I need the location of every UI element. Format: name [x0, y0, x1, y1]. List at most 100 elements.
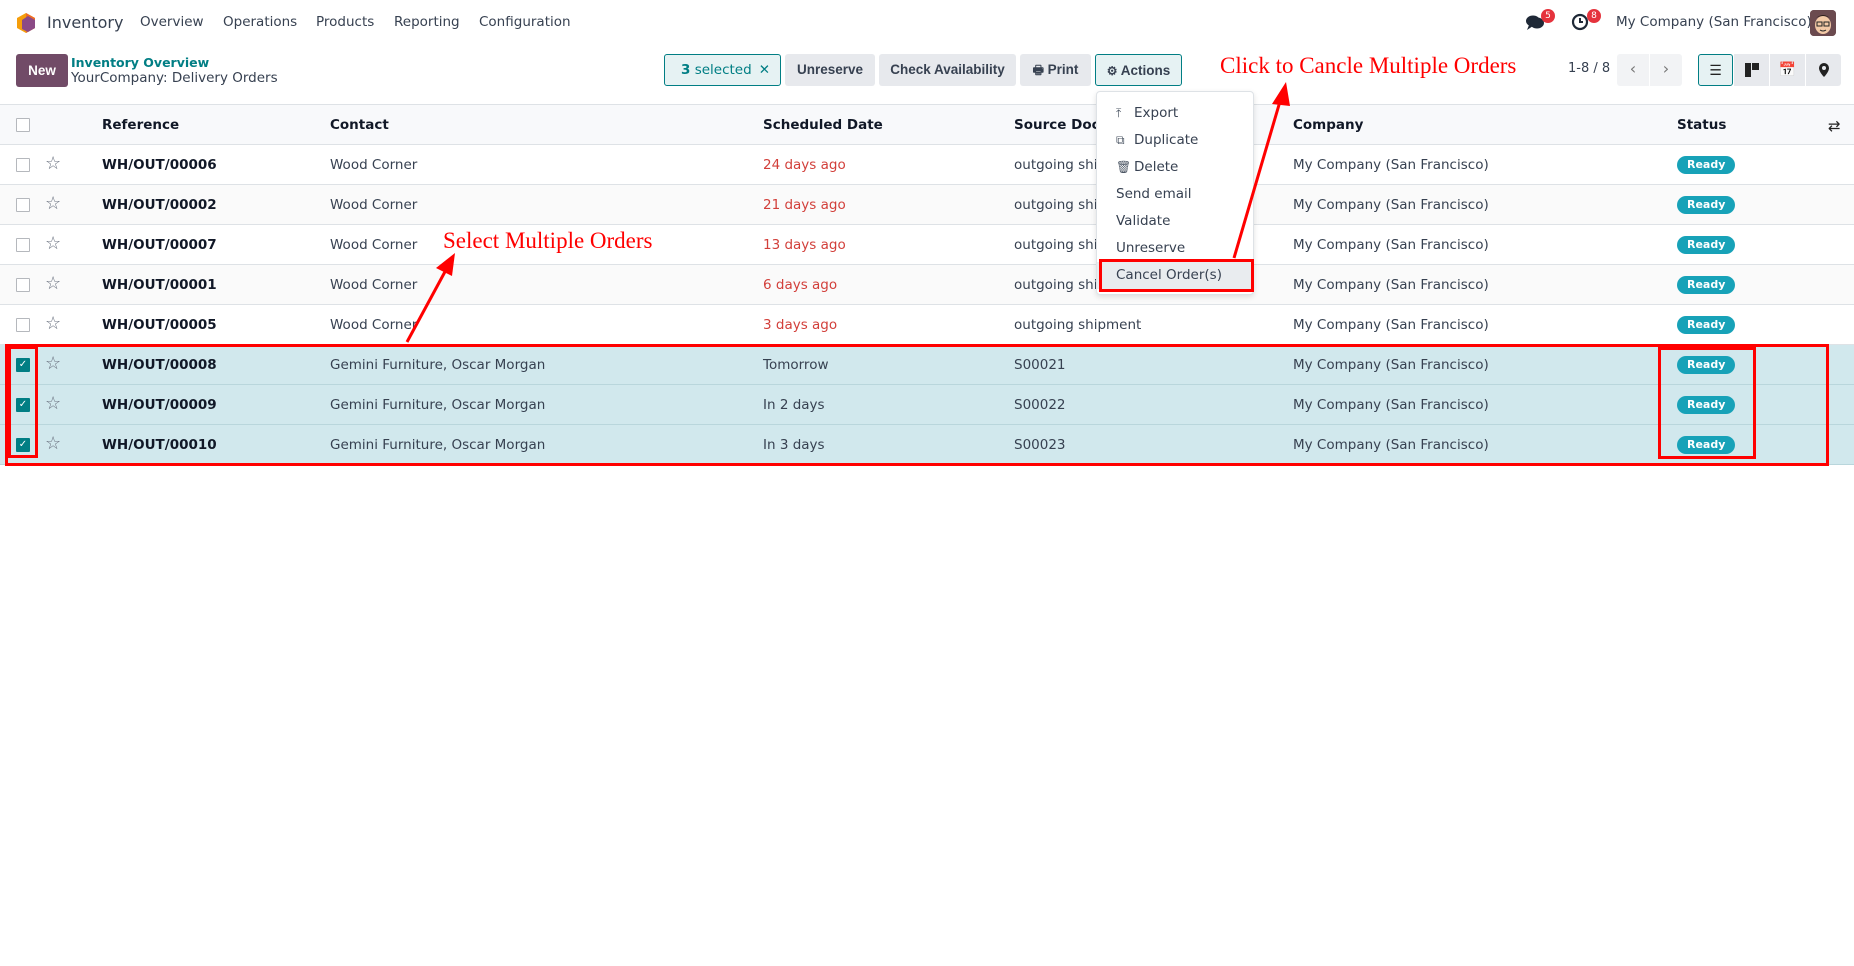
- column-status[interactable]: Status: [1677, 117, 1726, 133]
- table-row[interactable]: ☆ WH/OUT/00005 Wood Corner 3 days ago outgoi…: [0, 305, 1854, 345]
- column-reference[interactable]: Reference: [102, 117, 179, 133]
- table-row[interactable]: ☆ WH/OUT/00001 Wood Corner 6 days ago outgoi…: [0, 265, 1854, 305]
- table-row[interactable]: ☆ WH/OUT/00007 Wood Corner 13 days ago outgo…: [0, 225, 1854, 265]
- selected-label: selected: [690, 62, 752, 78]
- top-navbar: Inventory Overview Operations Products R…: [0, 0, 1854, 46]
- cell-source-document: outgoing shi: [1014, 277, 1098, 293]
- cell-scheduled-date: 13 days ago: [763, 237, 846, 253]
- table-header: Reference Contact Scheduled Date Source …: [0, 104, 1854, 145]
- gear-icon: ⚙: [1106, 64, 1118, 78]
- favorite-star-icon[interactable]: ☆: [45, 234, 61, 254]
- selection-indicator: 3 selected ✕: [664, 54, 781, 86]
- cell-source-document: outgoing shi: [1014, 157, 1098, 173]
- cell-company: My Company (San Francisco): [1293, 317, 1489, 333]
- map-view-button[interactable]: [1806, 54, 1841, 86]
- new-button[interactable]: New: [16, 54, 68, 87]
- check-availability-button[interactable]: Check Availability: [879, 54, 1016, 86]
- annotation-cancel-label: Click to Cancle Multiple Orders: [1220, 53, 1517, 78]
- annotation-select-label: Select Multiple Orders: [443, 228, 653, 253]
- pager-previous-button[interactable]: ‹: [1617, 54, 1649, 86]
- cell-reference[interactable]: WH/OUT/00007: [102, 237, 217, 253]
- favorite-star-icon[interactable]: ☆: [45, 154, 61, 174]
- cell-reference[interactable]: WH/OUT/00005: [102, 317, 217, 333]
- annotation-highlight-status: [1658, 347, 1756, 459]
- row-checkbox[interactable]: [16, 198, 30, 212]
- menu-item-label: Delete: [1134, 159, 1179, 175]
- menu-item-label: Duplicate: [1134, 132, 1199, 148]
- cell-contact: Wood Corner: [330, 317, 418, 333]
- column-source-document[interactable]: Source Docu: [1014, 117, 1109, 133]
- menu-item-duplicate[interactable]: ⧉ Duplicate: [1097, 127, 1253, 154]
- menu-overview[interactable]: Overview: [140, 14, 204, 30]
- table-row[interactable]: ☆ WH/OUT/00006 Wood Corner 24 days ago outgo…: [0, 145, 1854, 185]
- optional-columns-toggle-icon[interactable]: ⇄: [1828, 117, 1841, 135]
- menu-item-delete[interactable]: 🗑 Delete: [1097, 154, 1253, 181]
- pager-value[interactable]: 1-8 / 8: [1568, 61, 1610, 76]
- row-checkbox[interactable]: [16, 158, 30, 172]
- printer-icon: 🖶: [1032, 63, 1044, 77]
- menu-item-unreserve[interactable]: Unreserve: [1097, 235, 1253, 262]
- app-name[interactable]: Inventory: [47, 13, 123, 32]
- cell-scheduled-date: 3 days ago: [763, 317, 838, 333]
- print-button[interactable]: 🖶 Print: [1020, 54, 1091, 86]
- cell-reference[interactable]: WH/OUT/00006: [102, 157, 217, 173]
- menu-products[interactable]: Products: [316, 14, 374, 30]
- favorite-star-icon[interactable]: ☆: [45, 194, 61, 214]
- actions-label: Actions: [1120, 63, 1171, 78]
- calendar-icon: 📅: [1778, 62, 1797, 78]
- company-switcher[interactable]: My Company (San Francisco): [1616, 14, 1812, 30]
- column-contact[interactable]: Contact: [330, 117, 389, 133]
- menu-reporting[interactable]: Reporting: [394, 14, 460, 30]
- row-checkbox[interactable]: [16, 278, 30, 292]
- cell-contact: Wood Corner: [330, 277, 418, 293]
- cell-reference[interactable]: WH/OUT/00001: [102, 277, 217, 293]
- activities-button[interactable]: 8: [1571, 9, 1601, 33]
- menu-configuration[interactable]: Configuration: [479, 14, 571, 30]
- menu-item-validate[interactable]: Validate: [1097, 208, 1253, 235]
- cell-source-document: outgoing shi: [1014, 197, 1098, 213]
- select-all-checkbox[interactable]: [16, 118, 30, 132]
- calendar-view-button[interactable]: 📅: [1770, 54, 1805, 86]
- favorite-star-icon[interactable]: ☆: [45, 314, 61, 334]
- column-company[interactable]: Company: [1293, 117, 1363, 133]
- trash-icon: 🗑: [1116, 160, 1132, 174]
- cell-contact: Wood Corner: [330, 197, 418, 213]
- menu-item-export[interactable]: ⤒ Export: [1097, 100, 1253, 127]
- clear-selection-close-icon[interactable]: ✕: [759, 55, 770, 85]
- cell-source-document: outgoing shipment: [1014, 317, 1142, 333]
- annotation-highlight-checkboxes: [8, 346, 38, 458]
- actions-button[interactable]: ⚙ Actions: [1095, 54, 1182, 86]
- breadcrumb-current: YourCompany: Delivery Orders: [71, 70, 278, 86]
- cell-company: My Company (San Francisco): [1293, 197, 1489, 213]
- selected-count: 3: [681, 62, 691, 78]
- status-badge: Ready: [1677, 316, 1736, 334]
- cell-contact: Wood Corner: [330, 237, 418, 253]
- kanban-icon: [1744, 63, 1759, 77]
- favorite-star-icon[interactable]: ☆: [45, 274, 61, 294]
- status-badge: Ready: [1677, 276, 1736, 294]
- messages-button[interactable]: 5: [1525, 9, 1555, 33]
- row-checkbox[interactable]: [16, 318, 30, 332]
- kanban-view-button[interactable]: [1734, 54, 1769, 86]
- list-view-button[interactable]: ☰: [1698, 54, 1733, 86]
- inventory-app-logo-icon[interactable]: [16, 12, 36, 34]
- cell-scheduled-date: 24 days ago: [763, 157, 846, 173]
- breadcrumb-parent[interactable]: Inventory Overview: [71, 55, 209, 70]
- chevron-left-icon: ‹: [1629, 59, 1637, 78]
- pager-next-button[interactable]: ›: [1650, 54, 1682, 86]
- cell-contact: Wood Corner: [330, 157, 418, 173]
- menu-item-send-email[interactable]: Send email: [1097, 181, 1253, 208]
- cell-reference[interactable]: WH/OUT/00002: [102, 197, 217, 213]
- menu-operations[interactable]: Operations: [223, 14, 297, 30]
- table-row[interactable]: ☆ WH/OUT/00002 Wood Corner 21 days ago outgo…: [0, 185, 1854, 225]
- map-pin-icon: [1818, 63, 1829, 77]
- avatar-face-icon: [1810, 10, 1836, 36]
- cell-source-document: outgoing shi: [1014, 237, 1098, 253]
- cell-company: My Company (San Francisco): [1293, 157, 1489, 173]
- status-badge: Ready: [1677, 156, 1736, 174]
- column-scheduled-date[interactable]: Scheduled Date: [763, 117, 883, 133]
- row-checkbox[interactable]: [16, 238, 30, 252]
- unreserve-button[interactable]: Unreserve: [785, 54, 875, 86]
- copy-icon: ⧉: [1116, 133, 1125, 147]
- user-avatar[interactable]: [1810, 10, 1836, 36]
